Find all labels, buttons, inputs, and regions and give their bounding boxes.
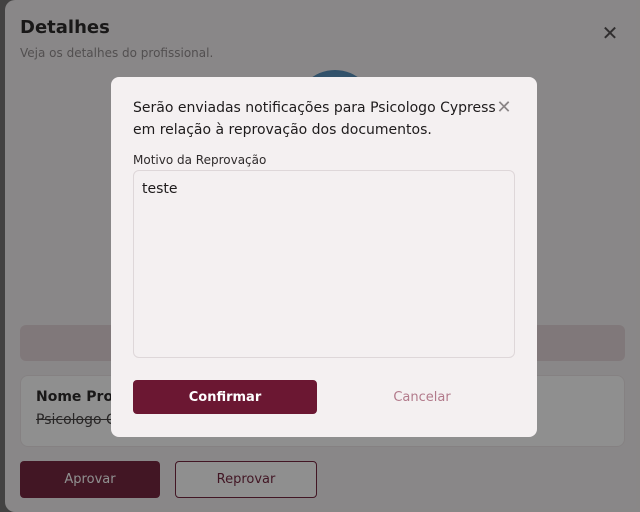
reason-label: Motivo da Reprovação xyxy=(133,153,267,167)
close-icon[interactable]: ✕ xyxy=(495,99,513,117)
rejection-modal: Serão enviadas notificações para Psicolo… xyxy=(111,77,537,437)
cancel-button[interactable]: Cancelar xyxy=(330,380,514,414)
modal-message: Serão enviadas notificações para Psicolo… xyxy=(133,100,496,138)
reason-textarea[interactable]: teste xyxy=(133,170,515,358)
confirm-button[interactable]: Confirmar xyxy=(133,380,317,414)
